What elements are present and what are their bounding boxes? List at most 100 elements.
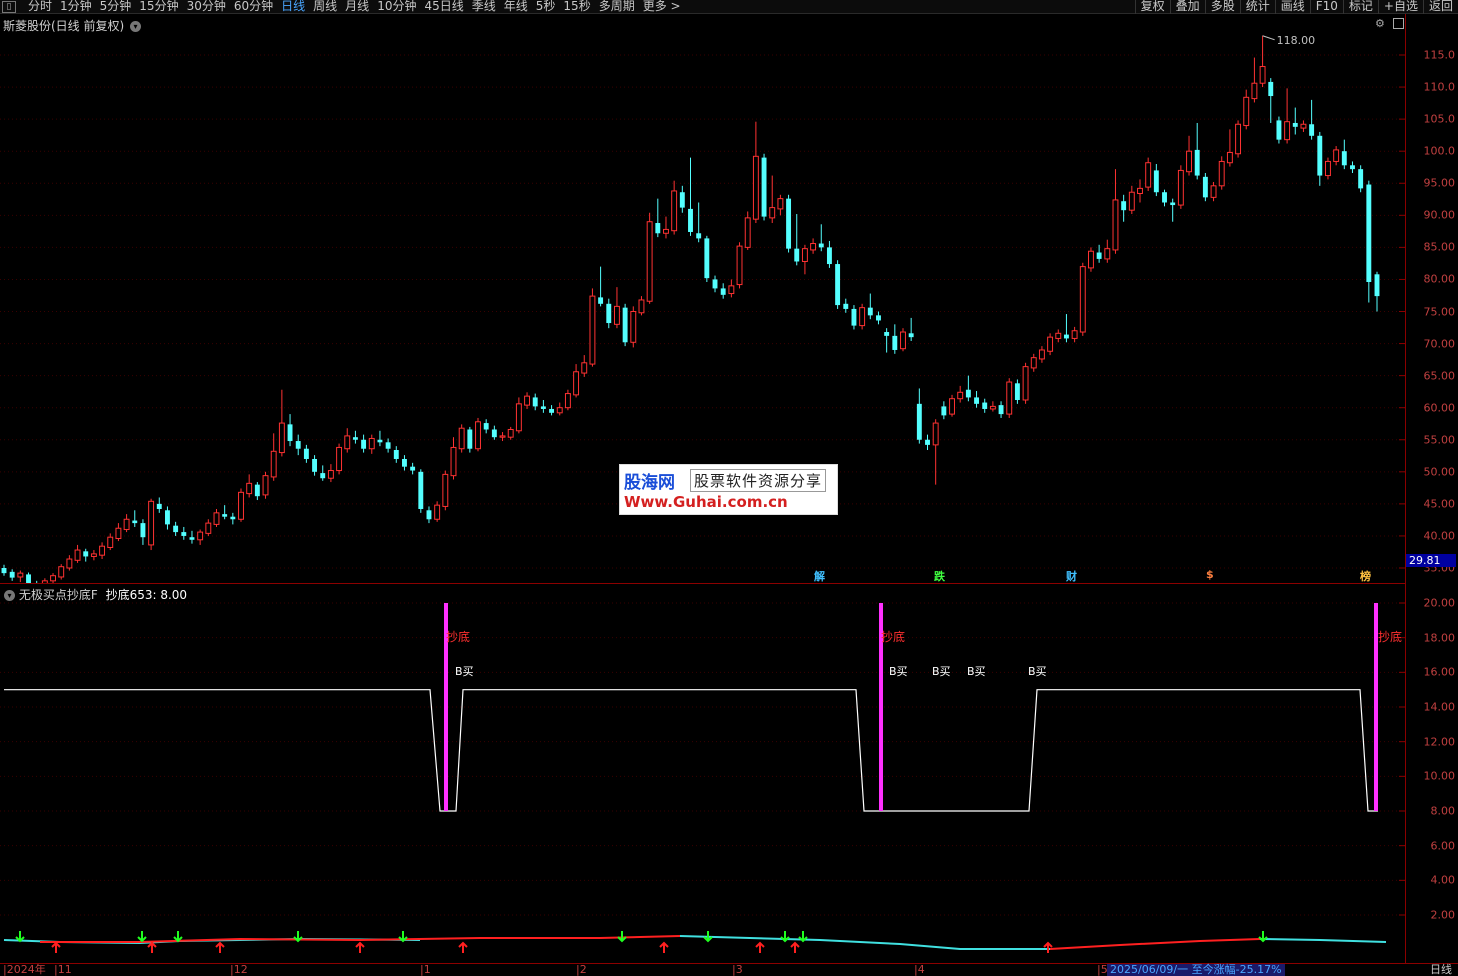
event-marker[interactable]: 解 [814, 568, 825, 584]
candle-body [368, 437, 375, 450]
candle-body [957, 391, 964, 400]
tool-button-5[interactable]: F10 [1309, 0, 1343, 14]
candle-body [1014, 383, 1020, 400]
y-tick-label: 40.00 [1423, 529, 1456, 543]
range-status[interactable]: 2025/06/09/一 至今涨幅-25.17% [1107, 964, 1285, 976]
y-tick-label: 70.00 [1423, 337, 1456, 351]
candle-body [982, 402, 988, 409]
candle-body [278, 422, 285, 454]
period-toolbar: ▯ 分时 1分钟 5分钟 15分钟 30分钟 60分钟 日线 周线 月线 10分钟 45日线 季线 年线… [0, 0, 1458, 14]
tab-11[interactable]: 季线 [468, 0, 500, 14]
candle-body [1153, 170, 1159, 193]
candle-body [1112, 199, 1119, 251]
tool-button-0[interactable]: 复权 [1134, 0, 1170, 14]
candle-body [1325, 160, 1331, 177]
candle-body [507, 428, 514, 438]
candle-body [426, 510, 432, 520]
buy-label: B买 [455, 665, 474, 678]
candle-body [483, 423, 489, 430]
candle-body [222, 514, 228, 517]
candle-body [998, 405, 1004, 415]
tab-6[interactable]: 日线 [277, 0, 309, 14]
candle-body [58, 566, 65, 578]
tab-13[interactable]: 5秒 [532, 0, 560, 14]
y-tick-label: 45.00 [1423, 497, 1456, 511]
buy-arrow [458, 941, 468, 953]
trend-line [1259, 938, 1387, 943]
candle-body [385, 442, 391, 449]
candle-body [1162, 192, 1167, 203]
event-marker[interactable]: 榜 [1360, 568, 1371, 584]
candle-body [630, 311, 637, 343]
candle-body [810, 243, 817, 251]
tab-3[interactable]: 15分钟 [135, 0, 182, 14]
candle-body [165, 510, 170, 525]
candle-body [752, 155, 759, 220]
candle-body [1292, 122, 1298, 127]
candle-body [156, 503, 162, 510]
sell-arrow [798, 931, 808, 943]
tab-5[interactable]: 60分钟 [230, 0, 277, 14]
tool-button-6[interactable]: 标记 [1342, 0, 1378, 14]
candle-body [532, 397, 538, 407]
event-marker[interactable]: 跌 [934, 568, 945, 584]
candle-body [361, 439, 367, 449]
sell-arrow [137, 931, 147, 943]
y-tick-label: 8.00 [1430, 804, 1456, 818]
watermark-logo: 股海网 股票软件资源分享 Www.Guhai.com.cn [619, 464, 838, 515]
event-marker[interactable]: 财 [1066, 568, 1077, 584]
candle-body [515, 403, 522, 432]
candle-body [320, 473, 326, 479]
tool-button-2[interactable]: 多股 [1204, 0, 1240, 14]
tab-14[interactable]: 15秒 [559, 0, 594, 14]
tab-0[interactable]: 分时 [24, 0, 56, 14]
candle-body [1104, 248, 1111, 260]
tool-button-3[interactable]: 统计 [1239, 0, 1275, 14]
tab-12[interactable]: 年线 [500, 0, 532, 14]
candle-body [213, 512, 220, 525]
tab-7[interactable]: 周线 [309, 0, 341, 14]
candle-body [1202, 176, 1208, 198]
candle-body [965, 389, 971, 398]
candle-body [646, 221, 653, 302]
candle-body [1276, 120, 1282, 140]
candle-body [132, 520, 138, 524]
y-tick-label: 4.00 [1430, 873, 1456, 887]
tab-15[interactable]: 多周期 [595, 0, 639, 14]
candle-body [1358, 169, 1364, 189]
sell-arrow [293, 931, 303, 943]
y-tick-label: 105.0 [1423, 112, 1456, 126]
buy-arrow [755, 941, 765, 953]
candle-body [696, 233, 702, 239]
tab-8[interactable]: 月线 [341, 0, 373, 14]
chart-icon[interactable]: ▯ [2, 1, 16, 13]
y-tick-label: 14.00 [1423, 700, 1456, 714]
tab-4[interactable]: 30分钟 [183, 0, 230, 14]
candle-body [1030, 357, 1037, 369]
right-tools: 复权 叠加 多股 统计 画线 F10 标记 +自选 返回 [1134, 0, 1458, 14]
tab-10[interactable]: 45日线 [420, 0, 467, 14]
tab-2[interactable]: 5分钟 [96, 0, 136, 14]
candle-body [1177, 169, 1184, 206]
tool-button-7[interactable]: +自选 [1377, 0, 1423, 14]
y-tick-label: 90.00 [1423, 208, 1456, 222]
candle-body [777, 198, 784, 210]
tool-button-8[interactable]: 返回 [1422, 0, 1458, 14]
candle-body [671, 190, 678, 232]
tab-9[interactable]: 10分钟 [373, 0, 420, 14]
tool-button-1[interactable]: 叠加 [1169, 0, 1205, 14]
indicator-axis: 20.00 18.00 16.00 14.00 12.00 10.00 8.00 6.00 4.… [1405, 583, 1458, 963]
price-axis: 115.0 110.0 105.0 100.0 95.00 90.00 85.00 80.00… [1405, 14, 1458, 583]
tab-16[interactable]: 更多 > [639, 0, 685, 14]
candle-body [835, 264, 841, 306]
period-indicator[interactable]: 日线 [1430, 964, 1452, 976]
tab-1[interactable]: 1分钟 [56, 0, 96, 14]
candle-body [679, 192, 685, 208]
event-marker[interactable]: $ [1206, 568, 1214, 581]
candle-body [1366, 184, 1372, 283]
candle-body [900, 331, 906, 350]
candle-body [589, 295, 596, 365]
tool-button-4[interactable]: 画线 [1274, 0, 1310, 14]
trend-line [40, 935, 681, 943]
candle-body [613, 305, 620, 325]
